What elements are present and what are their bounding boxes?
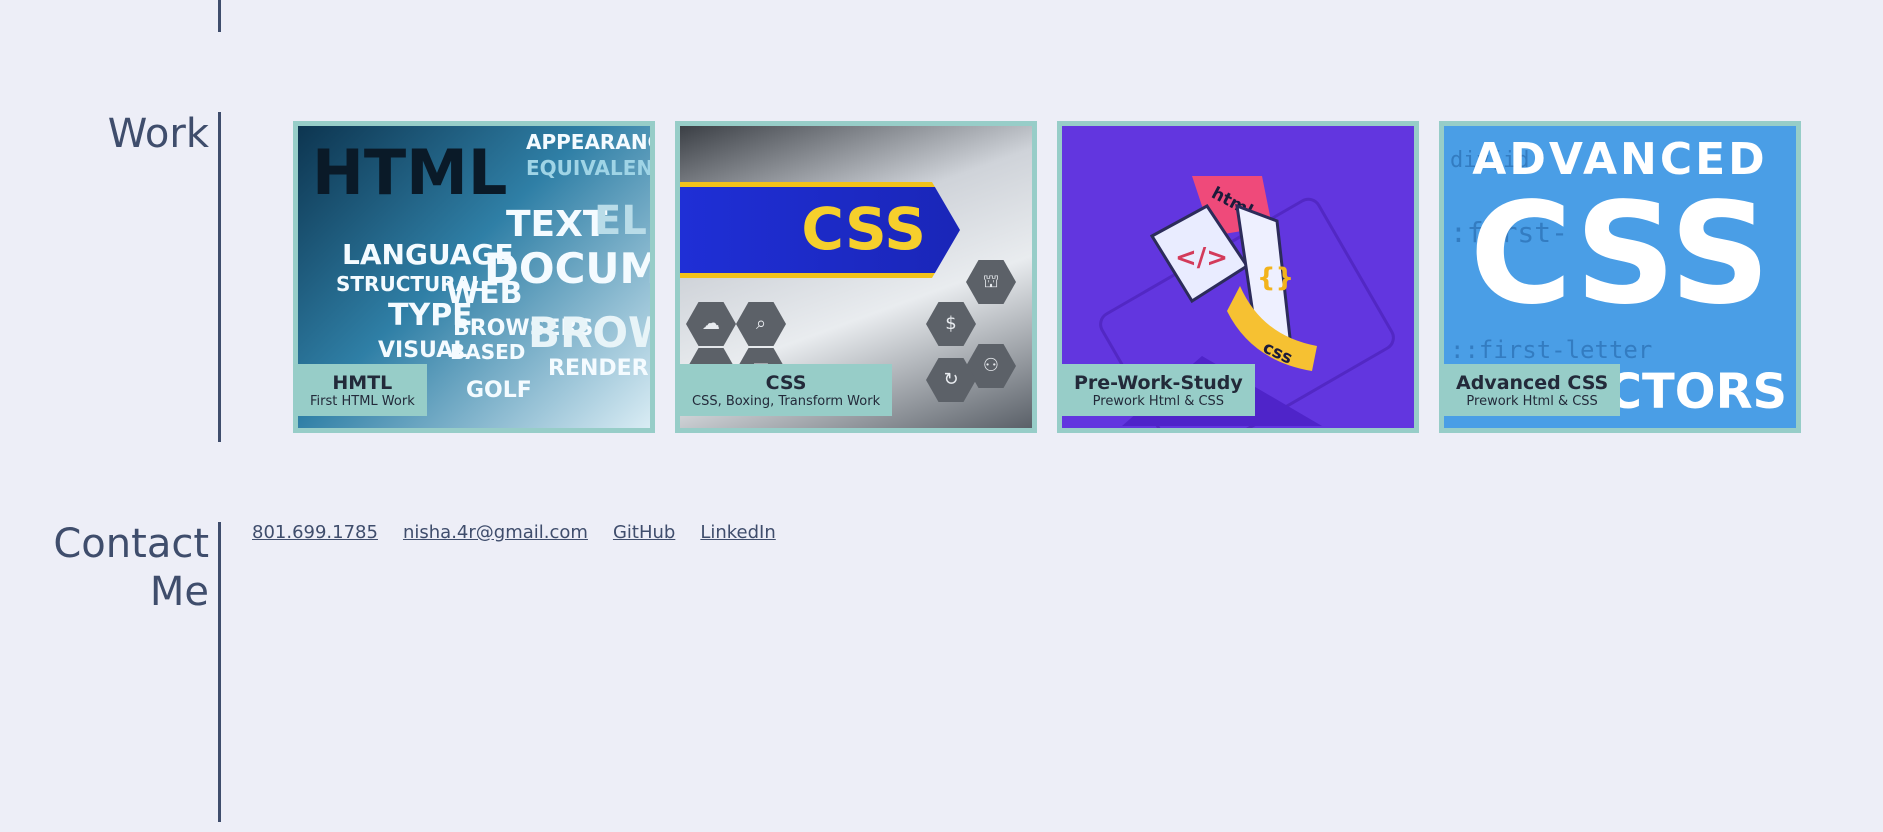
- dollar-icon: $: [926, 302, 976, 346]
- email-link[interactable]: nisha.4r@gmail.com: [403, 522, 588, 543]
- phone-link[interactable]: 801.699.1785: [252, 522, 378, 543]
- org-icon: ⛫: [966, 260, 1016, 304]
- card-caption: CSS CSS, Boxing, Transform Work: [680, 364, 893, 416]
- work-card-html[interactable]: HTML APPEARANCE EQUIVALENT TEXT ELEM LAN…: [293, 121, 655, 433]
- cloud-icon: ☁: [686, 302, 736, 346]
- section-divider-top: [218, 0, 221, 32]
- card-caption: Advanced CSS Prework Html & CSS: [1444, 364, 1621, 416]
- svg-text:</>: </>: [1175, 243, 1228, 273]
- contact-links: 801.699.1785 nisha.4r@gmail.com GitHub L…: [252, 522, 776, 543]
- search-icon: ⌕: [736, 302, 786, 346]
- card-subtitle: CSS, Boxing, Transform Work: [692, 394, 881, 409]
- card-caption: HMTL First HTML Work: [298, 364, 427, 416]
- portfolio-page: Work HTML APPEARANCE EQUIVALENT TEXT ELE…: [0, 0, 1883, 832]
- card-title: HMTL: [332, 372, 393, 394]
- card-title: CSS: [765, 372, 807, 394]
- card-subtitle: First HTML Work: [310, 394, 415, 409]
- work-card-pre-work[interactable]: html </> {} css Pre-Work-Study Prework H…: [1057, 121, 1419, 433]
- card-subtitle: Prework Html & CSS: [1466, 394, 1598, 409]
- work-card-css[interactable]: CSS ☁ ⌕ ⛬ ▤ ⛫ $ ⚇ ↻ CSS CSS, Boxing, Tra…: [675, 121, 1037, 433]
- card-caption: Pre-Work-Study Prework Html & CSS: [1062, 364, 1255, 416]
- card-title: Pre-Work-Study: [1074, 372, 1243, 394]
- contact-heading: Contact Me: [53, 521, 209, 615]
- linkedin-link[interactable]: LinkedIn: [700, 522, 775, 543]
- css-banner: CSS: [680, 182, 960, 278]
- github-link[interactable]: GitHub: [613, 522, 675, 543]
- card-title: Advanced CSS: [1456, 372, 1609, 394]
- card-subtitle: Prework Html & CSS: [1092, 394, 1225, 409]
- work-divider: [218, 112, 221, 442]
- svg-text:{}: {}: [1257, 263, 1294, 293]
- work-card-advanced-css[interactable]: div[id :first- ::first-letter ADVANCED C…: [1439, 121, 1801, 433]
- work-heading: Work: [107, 111, 209, 157]
- work-gallery: HTML APPEARANCE EQUIVALENT TEXT ELEM LAN…: [293, 121, 1801, 433]
- contact-divider: [218, 522, 221, 822]
